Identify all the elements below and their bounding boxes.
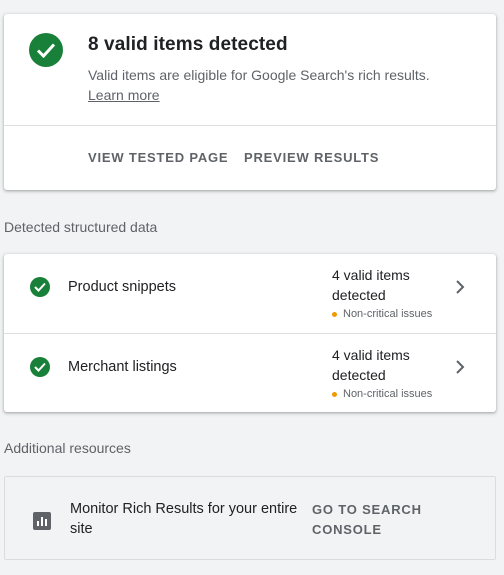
success-check-icon: [29, 33, 63, 67]
summary-description: Valid items are eligible for Google Sear…: [88, 67, 430, 83]
summary-actions: VIEW TESTED PAGE PREVIEW RESULTS: [4, 126, 496, 190]
detected-item-product-snippets[interactable]: Product snippets 4 valid items detected …: [4, 254, 496, 333]
resource-card: Monitor Rich Results for your entire sit…: [4, 476, 496, 560]
summary-header: 8 valid items detected Valid items are e…: [4, 14, 496, 126]
detected-item-merchant-listings[interactable]: Merchant listings 4 valid items detected…: [4, 333, 496, 412]
warning-dot-icon: [332, 391, 337, 397]
additional-resources-title: Additional resources: [4, 440, 131, 456]
item-warning: Non-critical issues: [332, 308, 442, 320]
learn-more-link[interactable]: Learn more: [88, 85, 160, 105]
preview-results-button[interactable]: PREVIEW RESULTS: [244, 150, 379, 165]
item-warning-text: Non-critical issues: [343, 308, 433, 320]
go-to-search-console-button[interactable]: GO TO SEARCH CONSOLE: [312, 500, 442, 540]
item-status: 4 valid items detected: [332, 347, 410, 383]
item-status: 4 valid items detected: [332, 267, 410, 303]
item-name: Merchant listings: [68, 359, 177, 375]
success-check-icon: [30, 357, 50, 377]
resource-text: Monitor Rich Results for your entire sit…: [70, 501, 298, 537]
bar-chart-icon: [33, 512, 51, 530]
chevron-right-icon: [456, 280, 465, 294]
summary-card: 8 valid items detected Valid items are e…: [4, 14, 496, 190]
chevron-right-icon: [456, 360, 465, 374]
view-tested-page-button[interactable]: VIEW TESTED PAGE: [88, 150, 228, 165]
item-warning-text: Non-critical issues: [343, 388, 433, 400]
detected-section-title: Detected structured data: [4, 219, 158, 235]
summary-title: 8 valid items detected: [88, 34, 288, 55]
item-warning: Non-critical issues: [332, 388, 442, 400]
success-check-icon: [30, 277, 50, 297]
item-name: Product snippets: [68, 279, 177, 295]
warning-dot-icon: [332, 311, 337, 317]
detected-data-card: Product snippets 4 valid items detected …: [4, 254, 496, 412]
